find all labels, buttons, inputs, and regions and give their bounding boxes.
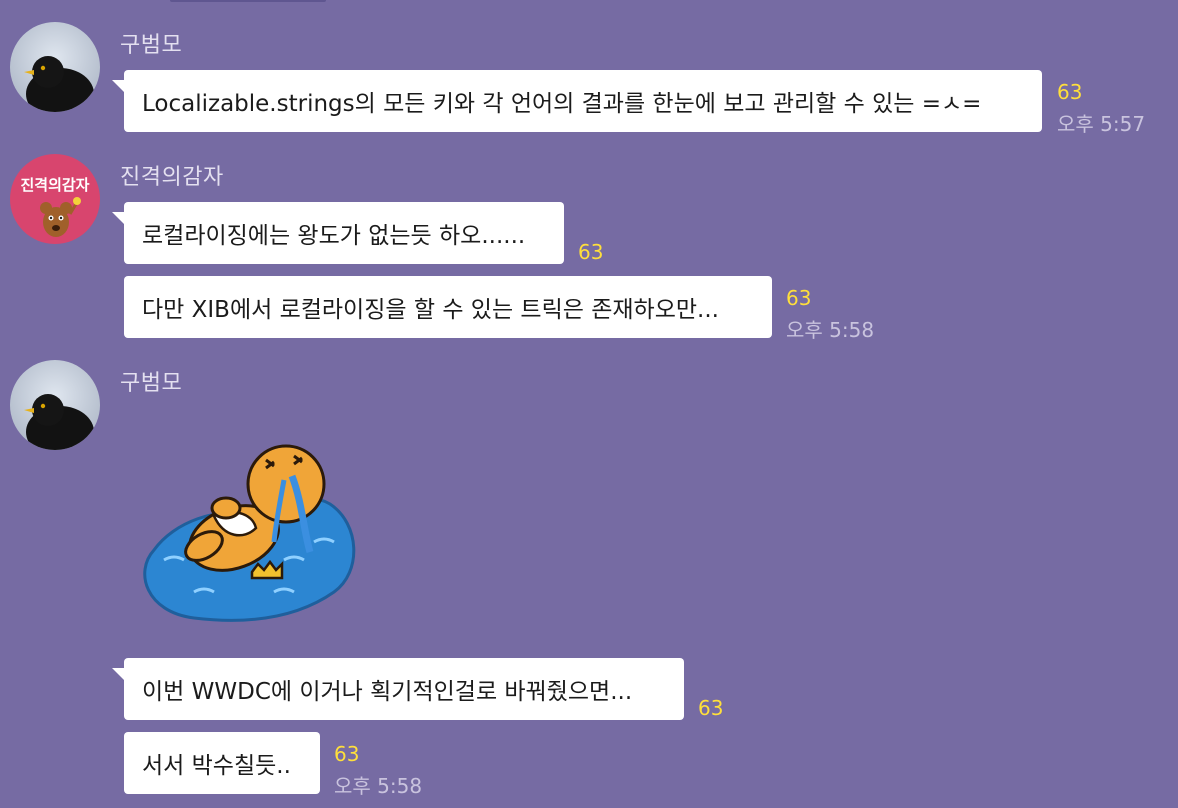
blackbird-avatar-icon (10, 22, 100, 112)
unread-count: 63 (1057, 80, 1083, 104)
avatar-label: 진격의감자 (20, 176, 89, 194)
message-text: Localizable.strings의 모든 키와 각 언어의 결과를 한눈에… (142, 91, 982, 117)
sender-avatar-gubeommo[interactable] (10, 360, 100, 450)
message-time: 오후 5:57 (1057, 112, 1146, 136)
message-bubble[interactable]: 이번 WWDC에 이거나 획기적인걸로 바꿔줬으면... (124, 658, 684, 720)
unread-count: 63 (786, 286, 812, 310)
sender-name: 진격의감자 (120, 165, 224, 190)
sender-name: 구범모 (120, 371, 183, 396)
sender-avatar-gubeommo[interactable] (10, 22, 100, 112)
sender-avatar-jingyeok[interactable]: 진격의감자 (10, 154, 100, 244)
message-text: 이번 WWDC에 이거나 획기적인걸로 바꿔줬으면... (142, 679, 633, 705)
potato-character-avatar-icon: 진격의감자 (10, 154, 100, 244)
unread-count: 63 (334, 742, 360, 766)
crying-lion-floating-sticker[interactable] (134, 442, 360, 628)
message-time: 오후 5:58 (786, 318, 875, 342)
sender-name: 구범모 (120, 33, 183, 58)
unread-count: 63 (698, 696, 724, 720)
previous-message-edge (170, 0, 326, 2)
message-text: 로컬라이징에는 왕도가 없는듯 하오...... (142, 223, 526, 249)
blackbird-avatar-icon (10, 360, 100, 450)
message-bubble[interactable]: 로컬라이징에는 왕도가 없는듯 하오...... (124, 202, 564, 264)
message-bubble[interactable]: 서서 박수칠듯.. (124, 732, 320, 794)
crying-lion-sticker-icon (143, 444, 356, 622)
message-text: 다만 XIB에서 로컬라이징을 할 수 있는 트릭은 존재하오만... (142, 297, 719, 323)
message-time: 오후 5:58 (334, 774, 423, 798)
message-bubble[interactable]: 다만 XIB에서 로컬라이징을 할 수 있는 트릭은 존재하오만... (124, 276, 772, 338)
unread-count: 63 (578, 240, 604, 264)
message-text: 서서 박수칠듯.. (142, 753, 291, 779)
message-bubble[interactable]: Localizable.strings의 모든 키와 각 언어의 결과를 한눈에… (124, 70, 1042, 132)
